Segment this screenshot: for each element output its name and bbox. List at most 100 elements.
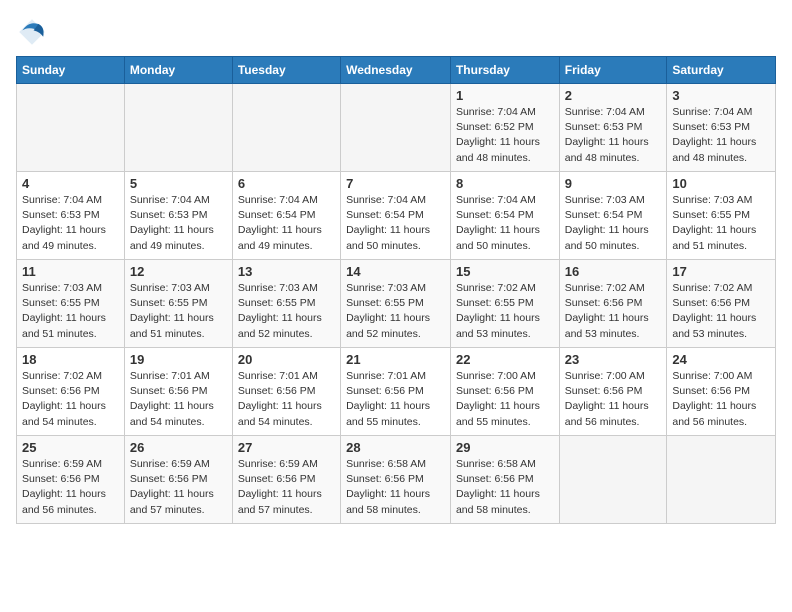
day-info: Sunrise: 7:01 AM Sunset: 6:56 PM Dayligh… bbox=[346, 369, 445, 430]
day-info: Sunrise: 6:58 AM Sunset: 6:56 PM Dayligh… bbox=[346, 457, 445, 518]
day-info: Sunrise: 7:03 AM Sunset: 6:55 PM Dayligh… bbox=[672, 193, 770, 254]
calendar-cell: 21 Sunrise: 7:01 AM Sunset: 6:56 PM Dayli… bbox=[341, 348, 451, 436]
day-info: Sunrise: 7:00 AM Sunset: 6:56 PM Dayligh… bbox=[456, 369, 554, 430]
calendar-day-header: Thursday bbox=[450, 57, 559, 84]
calendar-cell: 18 Sunrise: 7:02 AM Sunset: 6:56 PM Dayli… bbox=[17, 348, 125, 436]
calendar-cell: 8 Sunrise: 7:04 AM Sunset: 6:54 PM Daylig… bbox=[450, 172, 559, 260]
calendar-cell: 6Sunrise: 7:04 AM Sunset: 6:54 PM Daylig… bbox=[232, 172, 340, 260]
day-info: Sunrise: 7:01 AM Sunset: 6:56 PM Dayligh… bbox=[130, 369, 227, 430]
calendar-cell: 27Sunrise: 6:59 AM Sunset: 6:56 PM Dayli… bbox=[232, 436, 340, 524]
calendar-week-row: 4 Sunrise: 7:04 AM Sunset: 6:53 PM Daylig… bbox=[17, 172, 776, 260]
calendar-cell: 22Sunrise: 7:00 AM Sunset: 6:56 PM Dayli… bbox=[450, 348, 559, 436]
day-info: Sunrise: 7:04 AM Sunset: 6:53 PM Dayligh… bbox=[22, 193, 119, 254]
day-number: 26 bbox=[130, 440, 227, 455]
day-number: 11 bbox=[22, 264, 119, 279]
day-info: Sunrise: 7:01 AM Sunset: 6:56 PM Dayligh… bbox=[238, 369, 335, 430]
calendar-cell: 5 Sunrise: 7:04 AM Sunset: 6:53 PM Daylig… bbox=[124, 172, 232, 260]
calendar-cell: 26 Sunrise: 6:59 AM Sunset: 6:56 PM Dayli… bbox=[124, 436, 232, 524]
day-number: 25 bbox=[22, 440, 119, 455]
day-info: Sunrise: 7:04 AM Sunset: 6:54 PM Dayligh… bbox=[456, 193, 554, 254]
day-info: Sunrise: 7:03 AM Sunset: 6:54 PM Dayligh… bbox=[565, 193, 662, 254]
day-info: Sunrise: 7:00 AM Sunset: 6:56 PM Dayligh… bbox=[672, 369, 770, 430]
day-info: Sunrise: 6:58 AM Sunset: 6:56 PM Dayligh… bbox=[456, 457, 554, 518]
day-info: Sunrise: 6:59 AM Sunset: 6:56 PM Dayligh… bbox=[238, 457, 335, 518]
day-info: Sunrise: 7:02 AM Sunset: 6:56 PM Dayligh… bbox=[672, 281, 770, 342]
calendar-cell: 24 Sunrise: 7:00 AM Sunset: 6:56 PM Dayli… bbox=[667, 348, 776, 436]
calendar-cell: 16 Sunrise: 7:02 AM Sunset: 6:56 PM Dayli… bbox=[559, 260, 667, 348]
calendar-cell bbox=[341, 84, 451, 172]
day-number: 15 bbox=[456, 264, 554, 279]
day-info: Sunrise: 7:04 AM Sunset: 6:53 PM Dayligh… bbox=[672, 105, 770, 166]
calendar-cell: 3 Sunrise: 7:04 AM Sunset: 6:53 PM Daylig… bbox=[667, 84, 776, 172]
day-number: 16 bbox=[565, 264, 662, 279]
calendar-cell: 12 Sunrise: 7:03 AM Sunset: 6:55 PM Dayli… bbox=[124, 260, 232, 348]
day-number: 20 bbox=[238, 352, 335, 367]
logo bbox=[16, 16, 52, 48]
day-info: Sunrise: 7:04 AM Sunset: 6:54 PM Dayligh… bbox=[238, 193, 335, 254]
calendar-cell: 9 Sunrise: 7:03 AM Sunset: 6:54 PM Daylig… bbox=[559, 172, 667, 260]
calendar-cell: 19Sunrise: 7:01 AM Sunset: 6:56 PM Dayli… bbox=[124, 348, 232, 436]
day-number: 7 bbox=[346, 176, 445, 191]
day-number: 9 bbox=[565, 176, 662, 191]
calendar-cell bbox=[17, 84, 125, 172]
calendar-cell bbox=[667, 436, 776, 524]
day-info: Sunrise: 7:00 AM Sunset: 6:56 PM Dayligh… bbox=[565, 369, 662, 430]
calendar-day-header: Wednesday bbox=[341, 57, 451, 84]
calendar-cell: 7 Sunrise: 7:04 AM Sunset: 6:54 PM Daylig… bbox=[341, 172, 451, 260]
day-info: Sunrise: 7:04 AM Sunset: 6:54 PM Dayligh… bbox=[346, 193, 445, 254]
calendar-cell bbox=[559, 436, 667, 524]
day-info: Sunrise: 7:02 AM Sunset: 6:56 PM Dayligh… bbox=[565, 281, 662, 342]
day-number: 2 bbox=[565, 88, 662, 103]
day-number: 14 bbox=[346, 264, 445, 279]
calendar-day-header: Tuesday bbox=[232, 57, 340, 84]
calendar-cell: 11 Sunrise: 7:03 AM Sunset: 6:55 PM Dayli… bbox=[17, 260, 125, 348]
calendar-cell: 2 Sunrise: 7:04 AM Sunset: 6:53 PM Daylig… bbox=[559, 84, 667, 172]
day-number: 3 bbox=[672, 88, 770, 103]
day-number: 24 bbox=[672, 352, 770, 367]
calendar-cell bbox=[124, 84, 232, 172]
calendar-cell: 10 Sunrise: 7:03 AM Sunset: 6:55 PM Dayli… bbox=[667, 172, 776, 260]
day-info: Sunrise: 6:59 AM Sunset: 6:56 PM Dayligh… bbox=[130, 457, 227, 518]
day-info: Sunrise: 7:03 AM Sunset: 6:55 PM Dayligh… bbox=[346, 281, 445, 342]
calendar-day-header: Friday bbox=[559, 57, 667, 84]
calendar-cell: 23 Sunrise: 7:00 AM Sunset: 6:56 PM Dayli… bbox=[559, 348, 667, 436]
day-info: Sunrise: 7:02 AM Sunset: 6:55 PM Dayligh… bbox=[456, 281, 554, 342]
day-number: 5 bbox=[130, 176, 227, 191]
day-number: 18 bbox=[22, 352, 119, 367]
day-number: 12 bbox=[130, 264, 227, 279]
calendar-cell bbox=[232, 84, 340, 172]
calendar-cell: 29 Sunrise: 6:58 AM Sunset: 6:56 PM Dayli… bbox=[450, 436, 559, 524]
day-number: 21 bbox=[346, 352, 445, 367]
day-info: Sunrise: 7:04 AM Sunset: 6:52 PM Dayligh… bbox=[456, 105, 554, 166]
day-number: 8 bbox=[456, 176, 554, 191]
calendar-week-row: 11 Sunrise: 7:03 AM Sunset: 6:55 PM Dayli… bbox=[17, 260, 776, 348]
day-info: Sunrise: 7:03 AM Sunset: 6:55 PM Dayligh… bbox=[22, 281, 119, 342]
calendar-cell: 15 Sunrise: 7:02 AM Sunset: 6:55 PM Dayli… bbox=[450, 260, 559, 348]
calendar-cell: 1 Sunrise: 7:04 AM Sunset: 6:52 PM Daylig… bbox=[450, 84, 559, 172]
calendar-header-row: SundayMondayTuesdayWednesdayThursdayFrid… bbox=[17, 57, 776, 84]
day-number: 4 bbox=[22, 176, 119, 191]
calendar-cell: 14 Sunrise: 7:03 AM Sunset: 6:55 PM Dayli… bbox=[341, 260, 451, 348]
day-number: 28 bbox=[346, 440, 445, 455]
day-number: 17 bbox=[672, 264, 770, 279]
calendar-cell: 13 Sunrise: 7:03 AM Sunset: 6:55 PM Dayli… bbox=[232, 260, 340, 348]
calendar-cell: 28 Sunrise: 6:58 AM Sunset: 6:56 PM Dayli… bbox=[341, 436, 451, 524]
day-number: 10 bbox=[672, 176, 770, 191]
calendar-day-header: Monday bbox=[124, 57, 232, 84]
day-number: 29 bbox=[456, 440, 554, 455]
day-info: Sunrise: 7:02 AM Sunset: 6:56 PM Dayligh… bbox=[22, 369, 119, 430]
day-number: 1 bbox=[456, 88, 554, 103]
day-info: Sunrise: 7:03 AM Sunset: 6:55 PM Dayligh… bbox=[130, 281, 227, 342]
day-number: 23 bbox=[565, 352, 662, 367]
day-info: Sunrise: 7:04 AM Sunset: 6:53 PM Dayligh… bbox=[565, 105, 662, 166]
calendar-cell: 20 Sunrise: 7:01 AM Sunset: 6:56 PM Dayli… bbox=[232, 348, 340, 436]
day-info: Sunrise: 7:03 AM Sunset: 6:55 PM Dayligh… bbox=[238, 281, 335, 342]
day-info: Sunrise: 6:59 AM Sunset: 6:56 PM Dayligh… bbox=[22, 457, 119, 518]
calendar-cell: 25 Sunrise: 6:59 AM Sunset: 6:56 PM Dayli… bbox=[17, 436, 125, 524]
calendar-week-row: 1 Sunrise: 7:04 AM Sunset: 6:52 PM Daylig… bbox=[17, 84, 776, 172]
day-number: 13 bbox=[238, 264, 335, 279]
logo-icon bbox=[16, 16, 48, 48]
calendar-day-header: Sunday bbox=[17, 57, 125, 84]
day-info: Sunrise: 7:04 AM Sunset: 6:53 PM Dayligh… bbox=[130, 193, 227, 254]
calendar-week-row: 18 Sunrise: 7:02 AM Sunset: 6:56 PM Dayli… bbox=[17, 348, 776, 436]
